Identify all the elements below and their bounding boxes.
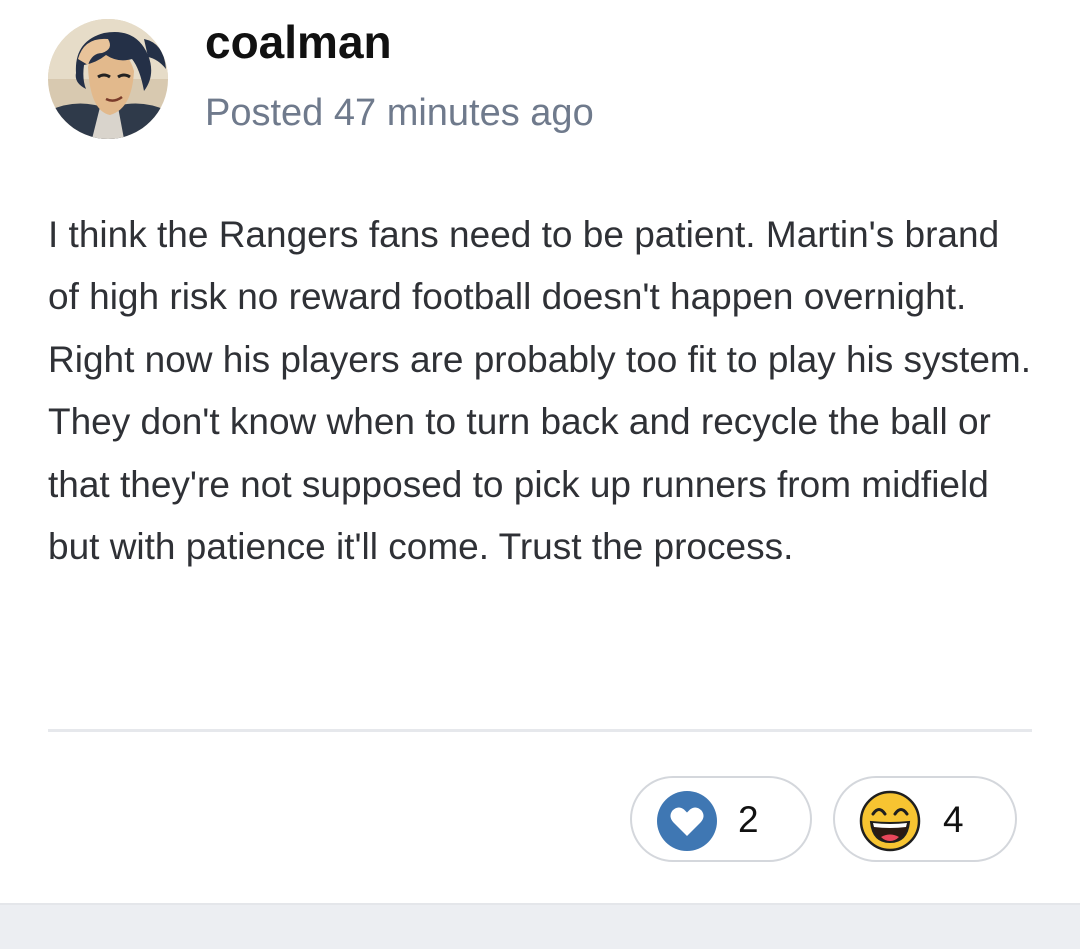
page-footer-band bbox=[0, 903, 1080, 949]
like-reaction-button[interactable]: 2 bbox=[630, 776, 812, 862]
author-avatar[interactable] bbox=[48, 19, 168, 139]
haha-reaction-button[interactable]: 4 bbox=[833, 776, 1017, 862]
author-name[interactable]: coalman bbox=[205, 14, 392, 70]
post-timestamp: Posted 47 minutes ago bbox=[205, 92, 594, 134]
avatar-image bbox=[48, 19, 168, 139]
haha-count: 4 bbox=[943, 799, 964, 840]
post-body: I think the Rangers fans need to be pati… bbox=[48, 214, 1032, 568]
laughing-face-icon bbox=[859, 790, 921, 852]
heart-icon bbox=[657, 791, 717, 851]
forum-post: coalman Posted 47 minutes ago I think th… bbox=[0, 0, 1080, 903]
like-count: 2 bbox=[738, 799, 759, 840]
divider bbox=[48, 729, 1032, 732]
